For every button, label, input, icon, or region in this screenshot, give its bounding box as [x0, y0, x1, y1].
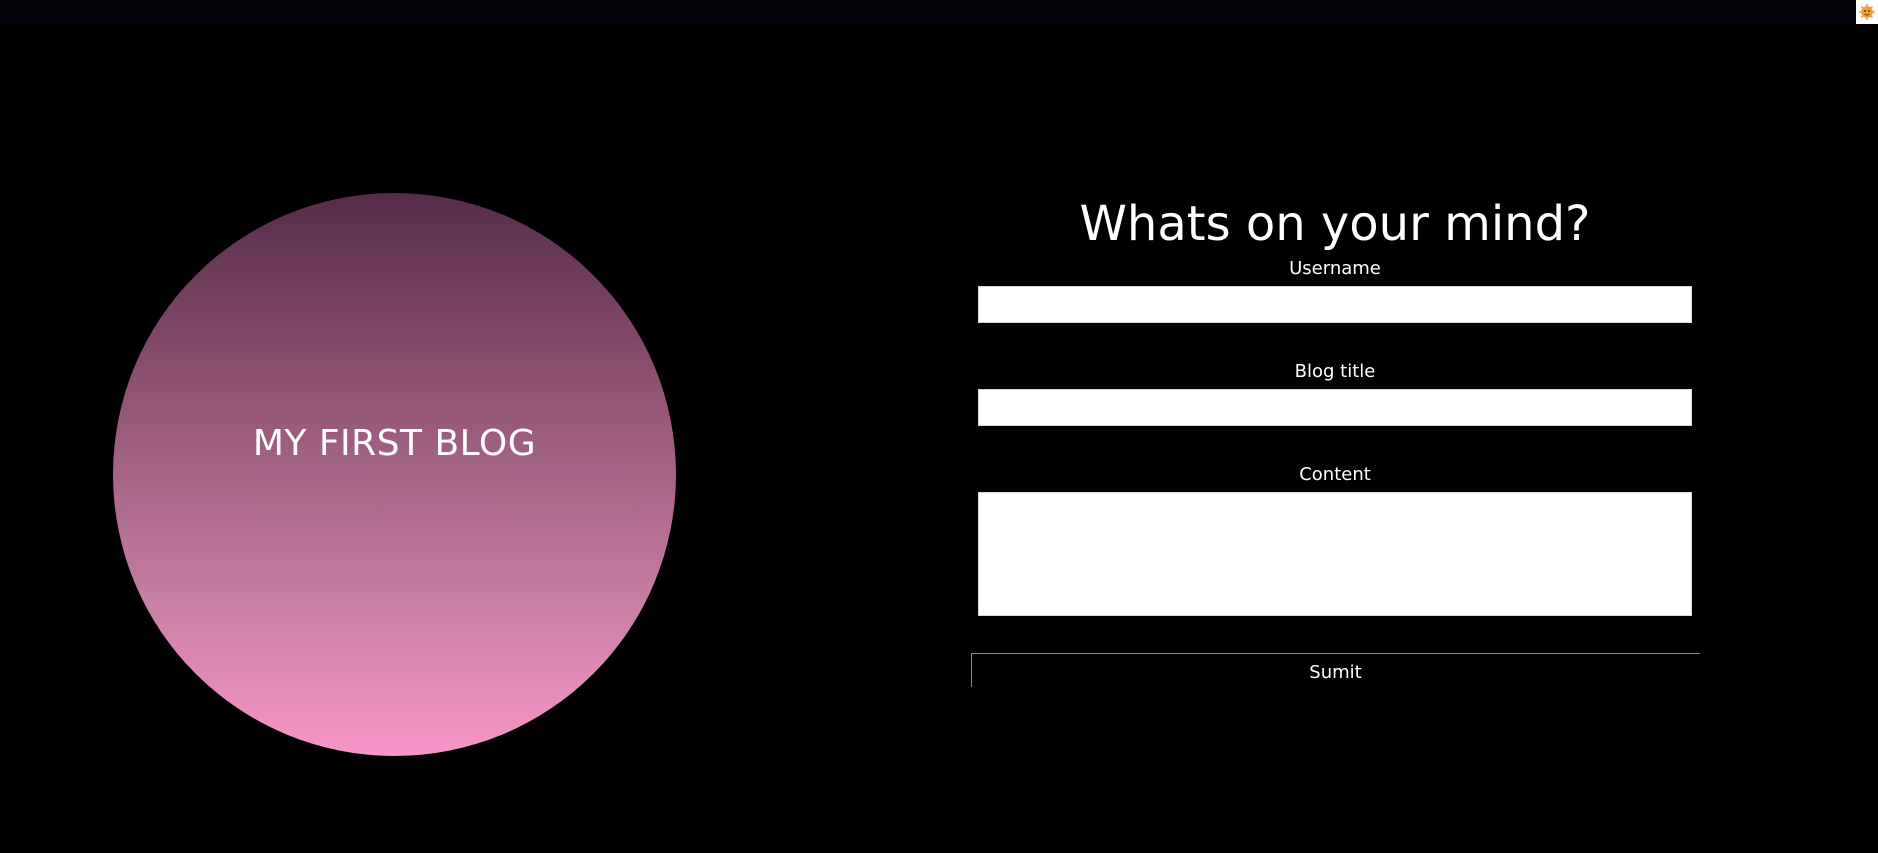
- username-input[interactable]: [978, 286, 1692, 323]
- content-textarea[interactable]: [978, 492, 1692, 616]
- top-strip: [0, 0, 1878, 24]
- content-label: Content: [1299, 464, 1371, 485]
- form-heading: Whats on your mind?: [1079, 196, 1591, 252]
- hero-circle: MY FIRST BLOG: [113, 193, 676, 756]
- blog-title-heading: MY FIRST BLOG: [252, 423, 537, 464]
- sun-face-icon: [1859, 4, 1875, 20]
- page: MY FIRST BLOG Whats on your mind? Userna…: [0, 0, 1878, 853]
- new-post-form: Whats on your mind? Username Blog title …: [970, 190, 1700, 687]
- blog-title-input[interactable]: [978, 389, 1692, 426]
- username-label: Username: [1289, 258, 1381, 279]
- submit-button[interactable]: Sumit: [970, 653, 1700, 687]
- extension-icon[interactable]: [1856, 0, 1878, 24]
- blog-title-label: Blog title: [1294, 361, 1376, 382]
